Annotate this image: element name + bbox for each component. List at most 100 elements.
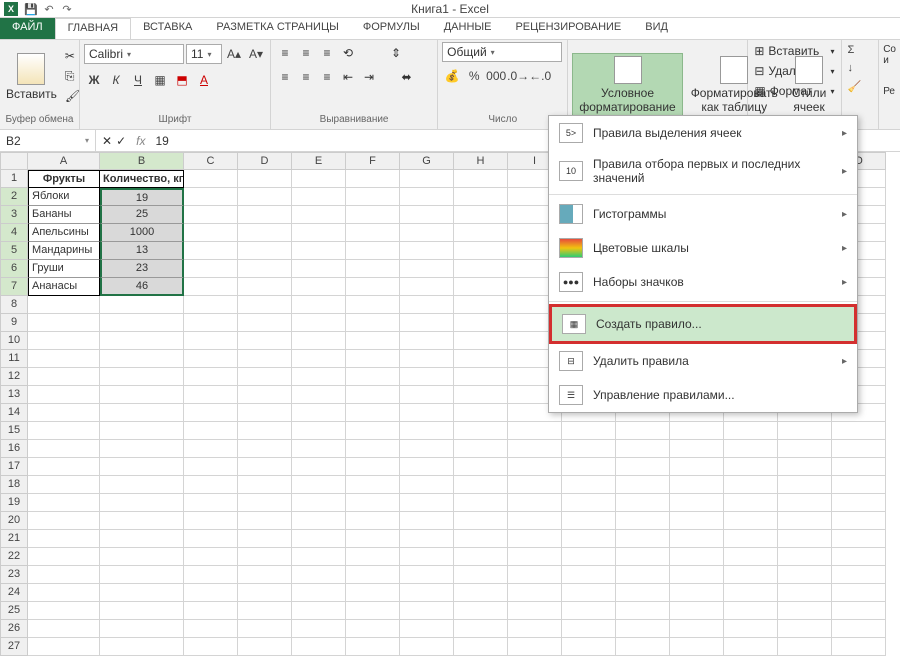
cell[interactable]: [184, 440, 238, 458]
cf-new-rule[interactable]: ▦ Создать правило...: [549, 304, 857, 344]
cell[interactable]: [346, 242, 400, 260]
cell[interactable]: [562, 476, 616, 494]
cell[interactable]: [454, 422, 508, 440]
cell[interactable]: [724, 512, 778, 530]
row-header[interactable]: 26: [0, 620, 28, 638]
cell[interactable]: [670, 422, 724, 440]
row-header[interactable]: 16: [0, 440, 28, 458]
percent-icon[interactable]: %: [464, 66, 484, 86]
align-bottom-icon[interactable]: ≡: [317, 44, 337, 62]
increase-decimal-icon[interactable]: .0→: [508, 66, 528, 86]
row-header[interactable]: 3: [0, 206, 28, 224]
cell[interactable]: [778, 548, 832, 566]
cell[interactable]: [508, 512, 562, 530]
align-middle-icon[interactable]: ≡: [296, 44, 316, 62]
cell[interactable]: [100, 494, 184, 512]
cell[interactable]: [562, 440, 616, 458]
cell[interactable]: [292, 170, 346, 188]
cell[interactable]: [292, 332, 346, 350]
cell[interactable]: [400, 296, 454, 314]
tab-file[interactable]: ФАЙЛ: [0, 18, 55, 39]
cell[interactable]: [28, 314, 100, 332]
cell[interactable]: [400, 170, 454, 188]
cell[interactable]: [778, 494, 832, 512]
cell[interactable]: [100, 458, 184, 476]
cell[interactable]: [292, 404, 346, 422]
cell[interactable]: [346, 494, 400, 512]
row-header[interactable]: 4: [0, 224, 28, 242]
indent-decrease-icon[interactable]: ⇤: [338, 68, 358, 86]
cell[interactable]: [184, 494, 238, 512]
cell[interactable]: [832, 476, 886, 494]
cell[interactable]: [724, 638, 778, 656]
cell[interactable]: [100, 566, 184, 584]
column-header[interactable]: G: [400, 152, 454, 170]
cell[interactable]: [184, 332, 238, 350]
cell[interactable]: [400, 206, 454, 224]
cell[interactable]: [562, 602, 616, 620]
cell[interactable]: [508, 458, 562, 476]
decrease-decimal-icon[interactable]: ←.0: [530, 66, 550, 86]
cf-manage-rules[interactable]: ☰ Управление правилами...: [549, 378, 857, 412]
cell[interactable]: [100, 422, 184, 440]
cell[interactable]: [454, 404, 508, 422]
cell[interactable]: [184, 548, 238, 566]
cell[interactable]: [454, 278, 508, 296]
autosum-button[interactable]: Σ: [846, 42, 875, 58]
cell[interactable]: [400, 278, 454, 296]
cell[interactable]: Яблоки: [28, 188, 100, 206]
cell[interactable]: [28, 458, 100, 476]
cell[interactable]: [346, 440, 400, 458]
cf-highlight-rules[interactable]: 5> Правила выделения ячеек▸: [549, 116, 857, 150]
cell[interactable]: [400, 314, 454, 332]
cell[interactable]: [670, 530, 724, 548]
cell[interactable]: [400, 386, 454, 404]
cell[interactable]: [454, 314, 508, 332]
cell[interactable]: [724, 422, 778, 440]
cell[interactable]: [346, 296, 400, 314]
cell[interactable]: [346, 386, 400, 404]
column-header[interactable]: C: [184, 152, 238, 170]
cancel-formula-icon[interactable]: ✕: [102, 134, 112, 148]
cell[interactable]: [292, 548, 346, 566]
cell[interactable]: [238, 584, 292, 602]
row-header[interactable]: 1: [0, 170, 28, 188]
column-header[interactable]: A: [28, 152, 100, 170]
cell[interactable]: [670, 458, 724, 476]
cell[interactable]: [400, 548, 454, 566]
cell[interactable]: [184, 512, 238, 530]
cf-icon-sets[interactable]: ●●● Наборы значков▸: [549, 265, 857, 299]
cell[interactable]: [28, 494, 100, 512]
cell[interactable]: [562, 548, 616, 566]
cell[interactable]: [670, 548, 724, 566]
cell[interactable]: [184, 422, 238, 440]
row-header[interactable]: 5: [0, 242, 28, 260]
cell[interactable]: [292, 368, 346, 386]
cell[interactable]: [238, 260, 292, 278]
undo-icon[interactable]: ↶: [42, 2, 56, 16]
cell[interactable]: [184, 368, 238, 386]
cell[interactable]: Груши: [28, 260, 100, 278]
cell[interactable]: [100, 404, 184, 422]
cell[interactable]: [400, 638, 454, 656]
cell[interactable]: [184, 242, 238, 260]
cell[interactable]: [238, 332, 292, 350]
cell[interactable]: [508, 638, 562, 656]
align-center-icon[interactable]: ≡: [296, 68, 316, 86]
cell[interactable]: [292, 584, 346, 602]
cell[interactable]: [346, 332, 400, 350]
cell[interactable]: [454, 548, 508, 566]
cell[interactable]: [292, 422, 346, 440]
cell[interactable]: [238, 170, 292, 188]
cell[interactable]: [100, 332, 184, 350]
row-header[interactable]: 21: [0, 530, 28, 548]
cell[interactable]: [454, 476, 508, 494]
row-header[interactable]: 8: [0, 296, 28, 314]
format-as-table-button[interactable]: Форматировать как таблицу: [685, 54, 784, 116]
cell[interactable]: [346, 548, 400, 566]
decrease-font-icon[interactable]: A▾: [246, 44, 266, 64]
cell[interactable]: [508, 422, 562, 440]
cell[interactable]: [184, 584, 238, 602]
cell[interactable]: [724, 548, 778, 566]
cell[interactable]: [100, 620, 184, 638]
